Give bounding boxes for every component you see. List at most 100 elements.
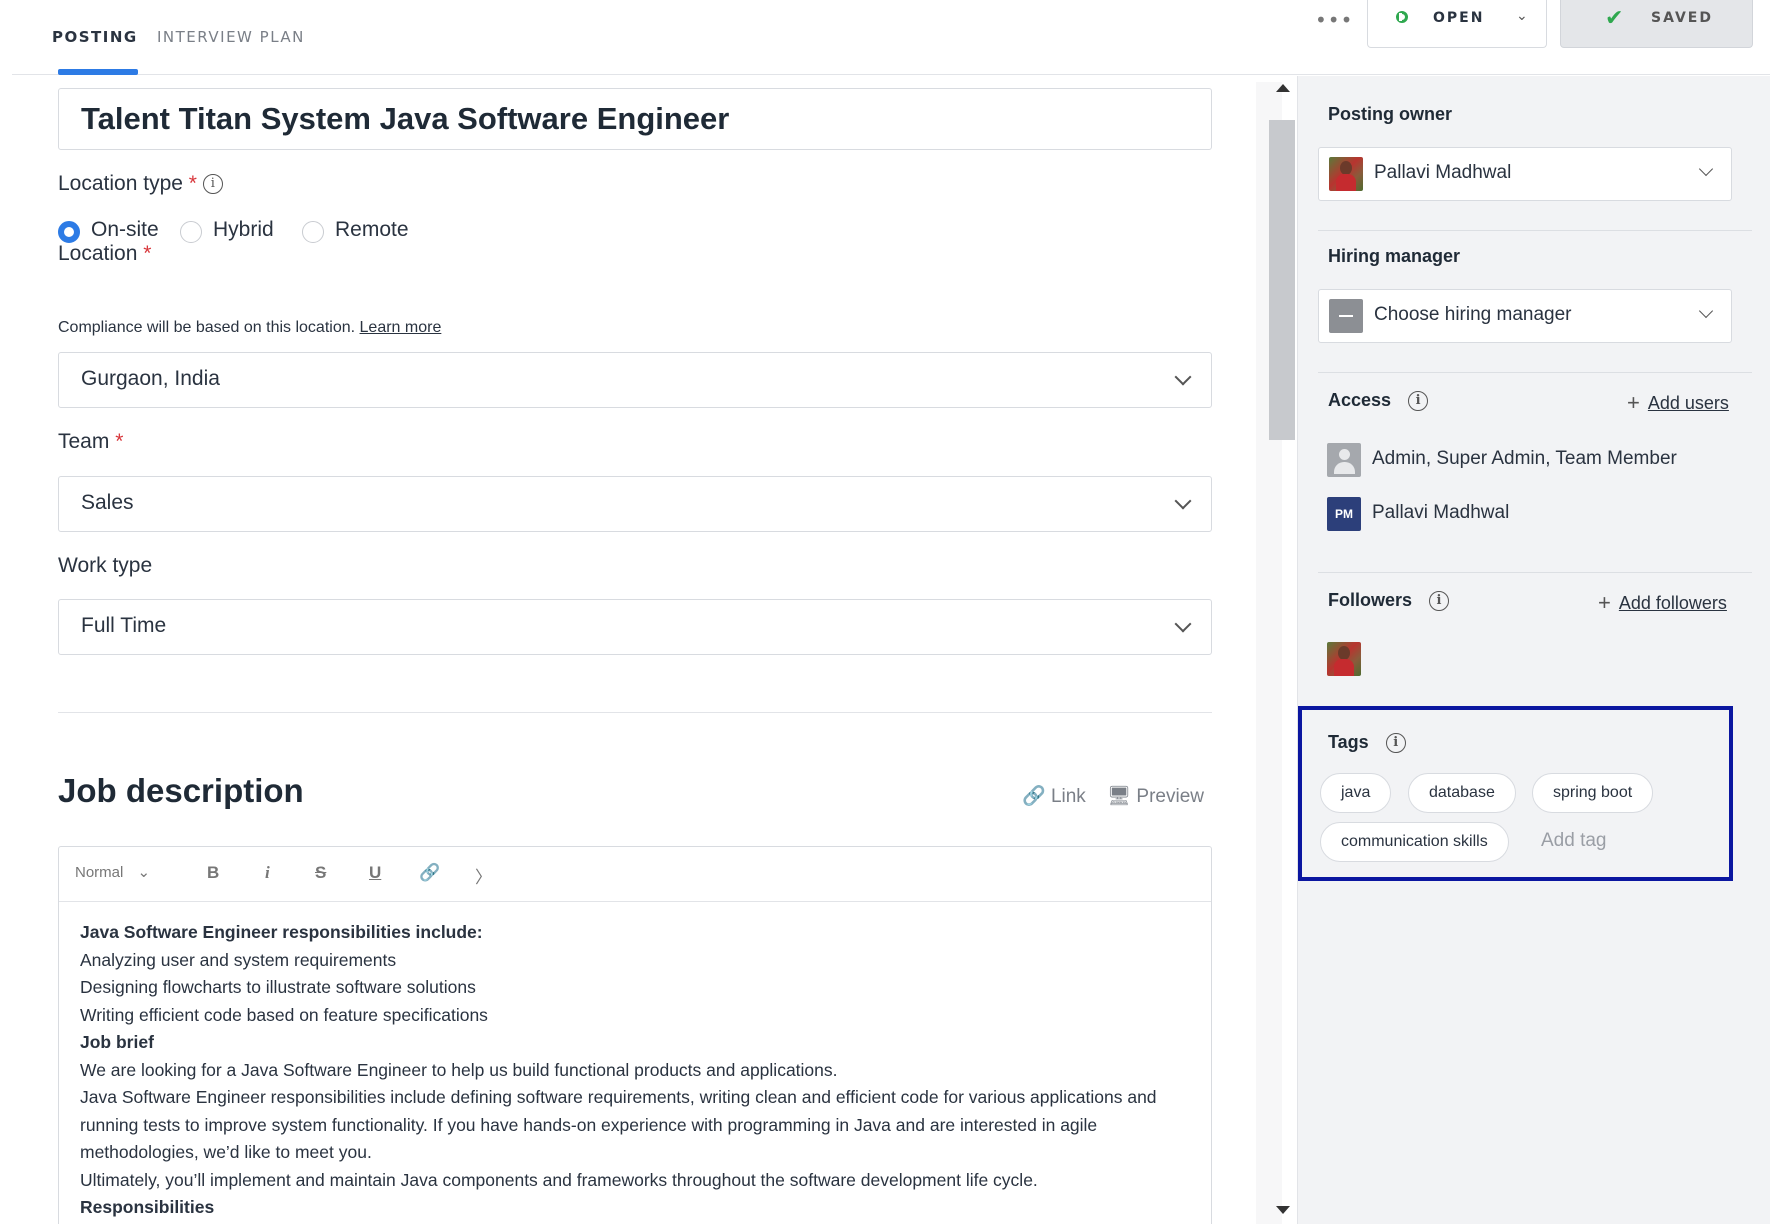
tab-interview-plan[interactable]: INTERVIEW PLAN [157, 28, 305, 46]
italic-icon[interactable]: i [265, 863, 270, 883]
placeholder-avatar [1329, 299, 1363, 333]
status-dropdown[interactable]: OPEN ⌄ [1367, 0, 1547, 48]
location-type-label-text: Location type [58, 172, 183, 195]
saved-button[interactable]: ✔ SAVED [1560, 0, 1753, 48]
plus-icon: + [1598, 590, 1611, 615]
check-icon: ✔ [1605, 6, 1624, 31]
scroll-down-arrow-icon[interactable] [1276, 1206, 1290, 1214]
link-button[interactable]: 🔗 Link [1022, 784, 1086, 808]
tab-posting[interactable]: POSTING [52, 28, 138, 46]
radio-circle [302, 221, 324, 243]
team-select[interactable]: Sales [58, 476, 1212, 532]
avatar [1329, 157, 1363, 191]
content-line: Writing efficient code based on feature … [80, 1004, 488, 1025]
chevron-down-icon: ⌄ [1516, 8, 1528, 24]
team-label: Team * [58, 430, 123, 454]
content-line: Java Software Engineer responsibilities … [80, 1087, 1157, 1162]
radio-label: On-site [91, 218, 159, 241]
hiring-manager-placeholder: Choose hiring manager [1374, 304, 1572, 325]
chevron-down-icon [1698, 161, 1714, 177]
preview-button[interactable]: 🖥 Preview [1107, 784, 1204, 808]
required-marker: * [188, 172, 197, 195]
hiring-manager-label: Hiring manager [1328, 246, 1461, 266]
preview-label: Preview [1136, 786, 1204, 807]
hiring-manager-select[interactable]: Choose hiring manager [1318, 289, 1732, 343]
active-tab-indicator [58, 69, 138, 75]
more-options-button[interactable]: ••• [1315, 8, 1353, 32]
location-hint-text: Compliance will be based on this locatio… [58, 319, 356, 336]
underline-icon[interactable]: U [369, 863, 381, 883]
learn-more-link[interactable]: Learn more [360, 319, 442, 336]
group-avatar [1327, 443, 1361, 477]
content-line: We are looking for a Java Software Engin… [80, 1059, 838, 1080]
section-divider [58, 712, 1212, 713]
info-icon[interactable]: i [1408, 391, 1429, 412]
posting-form: Talent Titan System Java Software Engine… [12, 76, 1262, 1224]
add-users-link[interactable]: + Add users [1627, 390, 1729, 416]
posting-title-input[interactable]: Talent Titan System Java Software Engine… [58, 88, 1212, 150]
saved-label: SAVED [1651, 10, 1713, 26]
add-tag-input[interactable]: Add tag [1541, 830, 1607, 852]
avatar: PM [1327, 497, 1361, 531]
content-line: Analyzing user and system requirements [80, 949, 397, 970]
link-label: Link [1050, 786, 1086, 807]
posting-owner-value: Pallavi Madhwal [1374, 162, 1512, 183]
posting-owner-select[interactable]: Pallavi Madhwal [1318, 147, 1732, 201]
posting-owner-label: Posting owner [1328, 104, 1453, 124]
editor-toolbar: Normal ⌄ B i S U 🔗 〉 [59, 847, 1211, 902]
access-label: Access i [1328, 390, 1429, 412]
location-label-text: Location [58, 242, 138, 265]
follower-avatar[interactable] [1327, 642, 1361, 676]
radio-circle [180, 221, 202, 243]
format-value: Normal [75, 864, 124, 881]
strikethrough-icon[interactable]: S [315, 863, 326, 883]
location-value: Gurgaon, India [81, 367, 220, 390]
access-entry-roles: Admin, Super Admin, Team Member [1372, 448, 1677, 469]
tag-chip[interactable]: database [1408, 773, 1516, 813]
job-description-editor[interactable]: Normal ⌄ B i S U 🔗 〉 Java Software Engin… [58, 846, 1212, 1224]
radio-label: Hybrid [213, 218, 274, 241]
add-followers-label: Add followers [1618, 593, 1727, 613]
team-label-text: Team [58, 430, 110, 453]
tags-label: Tags i [1328, 732, 1406, 754]
radio-circle [58, 221, 80, 243]
work-type-label: Work type [58, 554, 153, 577]
location-hint: Compliance will be based on this locatio… [58, 319, 441, 337]
work-type-select[interactable]: Full Time [58, 599, 1212, 655]
scroll-up-arrow-icon[interactable] [1276, 84, 1290, 92]
top-bar: POSTING INTERVIEW PLAN ••• OPEN ⌄ ✔ SAVE… [12, 0, 1770, 75]
bold-icon[interactable]: B [207, 863, 219, 883]
monitor-icon: 🖥 [1107, 786, 1132, 807]
required-marker: * [115, 430, 124, 453]
content-line: Designing flowcharts to illustrate softw… [80, 977, 476, 997]
tags-label-text: Tags [1328, 732, 1369, 752]
radio-label: Remote [335, 218, 409, 241]
tag-chip[interactable]: spring boot [1532, 773, 1654, 813]
tag-chip[interactable]: java [1320, 773, 1392, 813]
tag-chip[interactable]: communication skills [1320, 822, 1509, 862]
format-select[interactable]: Normal ⌄ [75, 863, 150, 881]
scrollbar-thumb[interactable] [1269, 120, 1295, 440]
info-icon[interactable]: i [1385, 733, 1406, 754]
followers-label: Followers i [1328, 590, 1450, 612]
job-description-heading: Job description [58, 772, 304, 809]
status-label: OPEN [1433, 10, 1485, 26]
chevron-down-icon [1174, 368, 1192, 386]
link-icon[interactable]: 🔗 [419, 863, 440, 883]
open-status-icon [1396, 11, 1408, 23]
editor-content: Java Software Engineer responsibilities … [80, 919, 1200, 1222]
location-label: Location * [58, 242, 151, 266]
info-icon[interactable]: i [1429, 591, 1450, 612]
clear-format-icon[interactable]: 〉 [475, 863, 492, 888]
access-entry-user: Pallavi Madhwal [1372, 502, 1510, 523]
info-icon[interactable]: i [202, 174, 223, 195]
location-select[interactable]: Gurgaon, India [58, 352, 1212, 408]
add-followers-link[interactable]: + Add followers [1598, 590, 1727, 616]
content-line: Ultimately, you’ll implement and maintai… [80, 1169, 1038, 1190]
tags-section: Tags i java database spring boot communi… [1298, 706, 1733, 881]
location-type-label: Location type * i [58, 172, 223, 196]
followers-label-text: Followers [1328, 590, 1413, 610]
required-marker: * [143, 242, 152, 265]
content-line: Job brief [80, 1032, 154, 1052]
posting-title-text: Talent Titan System Java Software Engine… [81, 101, 730, 136]
